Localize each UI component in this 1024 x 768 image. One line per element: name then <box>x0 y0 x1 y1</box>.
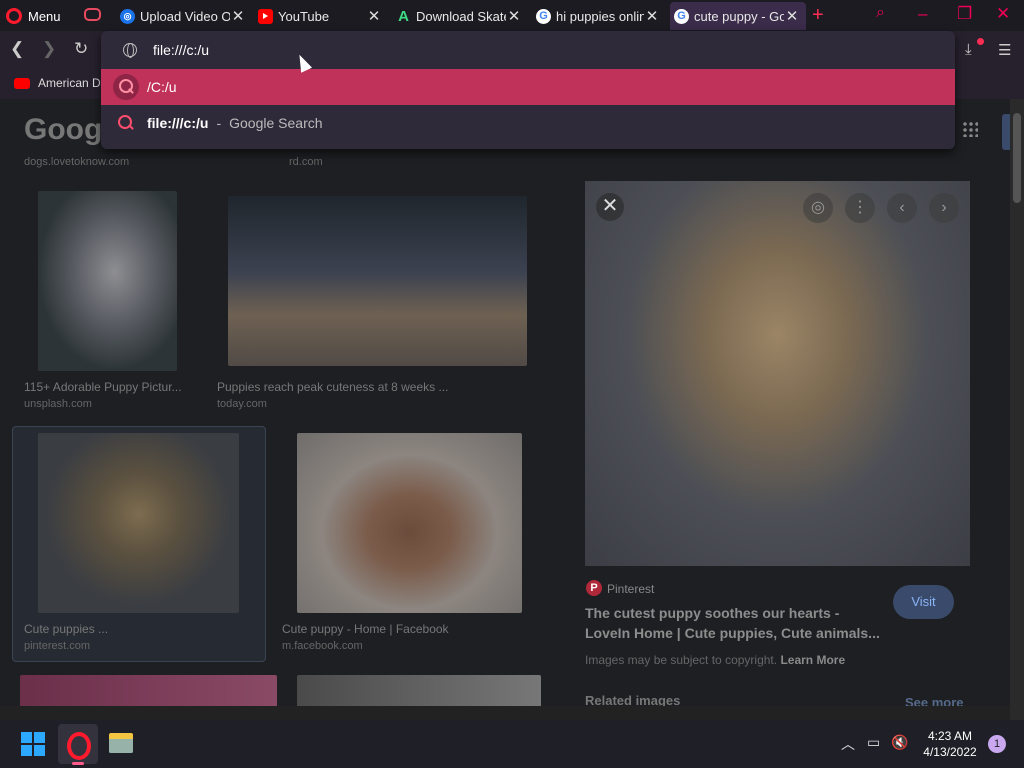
suggestion-item[interactable]: file:///c:/u - Google Search <box>101 105 955 141</box>
tab-upload-video[interactable]: ◎ Upload Video O ✕ <box>116 2 252 30</box>
lens-search-icon[interactable]: ◎ <box>803 193 833 223</box>
download-badge <box>977 38 984 45</box>
more-options-icon[interactable]: ⋮ <box>845 193 875 223</box>
bookmark-item[interactable]: American Da <box>14 76 107 90</box>
browser-window: Menu ◎ Upload Video O ✕ YouTube ✕ A Down… <box>0 0 1024 768</box>
close-icon[interactable]: ✕ <box>366 7 382 25</box>
close-window-button[interactable]: ✕ <box>996 4 1010 24</box>
close-icon[interactable]: ✕ <box>506 7 522 25</box>
google-images-page: Googl dogs.lovetoknow.com rd.com 115+ Ad… <box>0 99 1010 720</box>
tab-download-skate[interactable]: A Download Skate ✕ <box>392 2 528 30</box>
globe-icon <box>123 43 137 58</box>
youtube-icon <box>14 77 30 89</box>
result-source[interactable]: today.com <box>217 398 267 410</box>
result-source[interactable]: unsplash.com <box>24 398 92 410</box>
result-source[interactable]: rd.com <box>289 156 323 168</box>
suggestion-separator: - <box>216 115 222 131</box>
tab-hi-puppies[interactable]: G hi puppies onlin ✕ <box>532 2 666 30</box>
suggestion-query: file:///c:/u <box>147 115 209 131</box>
taskbar: ︿ ▭ 🔇 4:23 AM 4/13/2022 1 <box>0 720 1024 768</box>
google-icon: G <box>674 8 689 24</box>
menu-label: Menu <box>28 8 61 24</box>
close-icon[interactable]: ✕ <box>644 7 660 25</box>
easy-setup-icon[interactable]: ☰ <box>998 41 1011 59</box>
preview-source[interactable]: Pinterest <box>607 582 654 596</box>
tab-title: YouTube <box>278 8 330 24</box>
network-icon[interactable]: ▭ <box>867 734 880 751</box>
result-image[interactable] <box>297 433 522 613</box>
visit-button[interactable]: Visit <box>893 585 954 619</box>
minimize-button[interactable]: – <box>918 4 927 24</box>
result-title[interactable]: Cute puppies ... <box>24 622 108 636</box>
lens-icon: ◎ <box>120 8 135 24</box>
sign-in-button[interactable] <box>1002 114 1010 150</box>
file-explorer-icon[interactable] <box>109 733 133 753</box>
tab-youtube[interactable]: YouTube ✕ <box>254 2 388 30</box>
vertical-scrollbar[interactable] <box>1010 99 1024 720</box>
copyright-text: Images may be subject to copyright. <box>585 653 778 667</box>
close-icon[interactable]: ✕ <box>596 193 624 221</box>
suggestion-item[interactable]: /C:/u <box>101 69 955 105</box>
clock[interactable]: 4:23 AM 4/13/2022 <box>918 728 982 760</box>
google-logo[interactable]: Googl <box>24 113 111 147</box>
download-icon[interactable]: ⤓ <box>965 41 972 58</box>
volume-muted-icon[interactable]: 🔇 <box>891 734 908 751</box>
apps-grid-icon[interactable] <box>962 121 978 137</box>
search-icon <box>113 74 139 100</box>
previous-icon[interactable]: ‹ <box>887 193 917 223</box>
address-input[interactable] <box>153 42 853 58</box>
restore-button[interactable]: ❐ <box>957 4 972 24</box>
result-title[interactable]: Puppies reach peak cuteness at 8 weeks .… <box>217 380 448 394</box>
pinterest-icon: P <box>586 580 602 596</box>
close-icon[interactable]: ✕ <box>230 7 246 25</box>
search-tabs-icon[interactable]: ⌕ <box>876 4 885 22</box>
apkpure-icon: A <box>398 7 409 25</box>
learn-more-link[interactable]: Learn More <box>780 653 845 667</box>
google-icon: G <box>536 8 551 24</box>
suggestion-text: /C:/u <box>147 79 177 95</box>
result-image[interactable] <box>38 191 177 371</box>
clock-date: 4/13/2022 <box>923 745 977 759</box>
tab-title: cute puppy - Go <box>694 8 784 24</box>
opera-logo-icon <box>6 8 22 24</box>
forward-button[interactable]: ❯ <box>42 39 56 59</box>
result-title[interactable]: 115+ Adorable Puppy Pictur... <box>24 380 182 394</box>
horizontal-scrollbar[interactable] <box>0 706 1010 720</box>
result-title[interactable]: Cute puppy - Home | Facebook <box>282 622 449 636</box>
back-button[interactable]: ❮ <box>10 39 24 59</box>
tab-strip: Menu ◎ Upload Video O ✕ YouTube ✕ A Down… <box>0 0 1024 31</box>
chevron-up-icon[interactable]: ︿ <box>841 734 855 754</box>
opera-taskbar-icon[interactable] <box>58 724 98 765</box>
notification-badge[interactable]: 1 <box>988 735 1006 753</box>
tab-cute-puppy[interactable]: G cute puppy - Go ✕ <box>670 2 806 30</box>
clock-time: 4:23 AM <box>927 729 973 743</box>
tab-title: Upload Video O <box>140 8 230 24</box>
result-source[interactable]: m.facebook.com <box>282 640 363 652</box>
next-icon[interactable]: › <box>929 193 959 223</box>
start-button[interactable] <box>21 732 45 756</box>
reload-button[interactable]: ↻ <box>74 39 88 59</box>
scrollbar-thumb[interactable] <box>1013 113 1021 203</box>
youtube-icon <box>258 8 273 24</box>
tab-title: hi puppies onlin <box>556 8 644 24</box>
result-image[interactable] <box>38 433 239 613</box>
result-source[interactable]: pinterest.com <box>24 640 90 652</box>
bookmark-label: American Da <box>38 76 108 90</box>
preview-title[interactable]: The cutest puppy soothes our hearts - Lo… <box>585 603 885 643</box>
preview-image[interactable] <box>585 181 970 566</box>
close-icon[interactable]: ✕ <box>784 7 800 25</box>
search-icon <box>117 114 135 132</box>
copyright-notice: Images may be subject to copyright. Lear… <box>585 653 845 667</box>
result-source[interactable]: dogs.lovetoknow.com <box>24 156 129 168</box>
new-tab-button[interactable]: + <box>812 4 824 27</box>
suggestion-source: Google Search <box>229 115 323 131</box>
tab-title: Download Skate <box>416 8 506 24</box>
gx-control-icon[interactable] <box>84 8 101 21</box>
address-bar-dropdown: /C:/u file:///c:/u - Google Search <box>101 31 955 149</box>
result-image[interactable] <box>228 196 527 366</box>
opera-menu-button[interactable]: Menu <box>6 3 61 29</box>
